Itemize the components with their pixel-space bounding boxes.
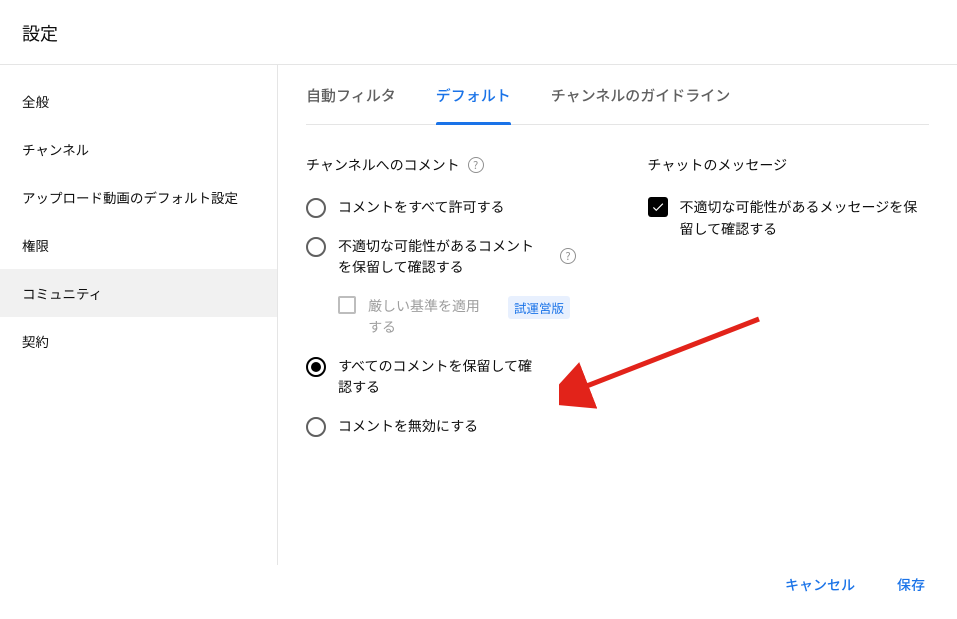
sidebar-item-permissions[interactable]: 権限 [0, 221, 277, 269]
checkbox-label: 不適切な可能性があるメッセージを保留して確認する [680, 197, 930, 240]
tab-auto-filter[interactable]: 自動フィルタ [306, 85, 396, 124]
sidebar-item-channel[interactable]: チャンネル [0, 125, 277, 173]
experimental-badge: 試運営版 [508, 296, 570, 319]
radio-label: 不適切な可能性があるコメントを保留して確認する [338, 236, 538, 278]
radio-hold-all[interactable]: すべてのコメントを保留して確認する [306, 356, 588, 398]
sidebar-item-upload-defaults[interactable]: アップロード動画のデフォルト設定 [0, 173, 277, 221]
chat-title-text: チャットのメッセージ [648, 155, 788, 175]
comments-section-title: チャンネルへのコメント ? [306, 155, 588, 175]
dialog-footer: キャンセル 保存 [773, 567, 937, 603]
settings-main: 自動フィルタ デフォルト チャンネルのガイドライン チャンネルへのコメント ? … [278, 65, 957, 565]
comments-column: チャンネルへのコメント ? コメントをすべて許可する 不適切な可能性があるコメン… [306, 155, 588, 437]
sidebar-item-general[interactable]: 全般 [0, 77, 277, 125]
dialog-header: 設定 [0, 0, 957, 65]
chat-column: チャットのメッセージ 不適切な可能性があるメッセージを保留して確認する [648, 155, 930, 437]
help-icon[interactable]: ? [468, 157, 484, 173]
tab-bar: 自動フィルタ デフォルト チャンネルのガイドライン [306, 85, 929, 125]
comments-title-text: チャンネルへのコメント [306, 155, 460, 175]
radio-hold-inappropriate[interactable]: 不適切な可能性があるコメントを保留して確認する ? [306, 236, 588, 278]
radio-label: コメントを無効にする [338, 416, 478, 437]
help-icon[interactable]: ? [560, 248, 576, 264]
radio-label: すべてのコメントを保留して確認する [338, 356, 538, 398]
sidebar-item-agreements[interactable]: 契約 [0, 317, 277, 365]
sidebar-item-community[interactable]: コミュニティ [0, 269, 277, 317]
check-icon [651, 200, 665, 214]
settings-sidebar: 全般 チャンネル アップロード動画のデフォルト設定 権限 コミュニティ 契約 [0, 65, 278, 565]
save-button[interactable]: 保存 [885, 567, 937, 603]
dialog-title: 設定 [22, 20, 935, 46]
radio-input[interactable] [306, 417, 326, 437]
radio-label: コメントをすべて許可する [338, 197, 504, 218]
strict-standard-row: 厳しい基準を適用する 試運営版 [338, 296, 588, 338]
checkbox-strict-standard[interactable] [338, 296, 356, 314]
radio-input[interactable] [306, 237, 326, 257]
cancel-button[interactable]: キャンセル [773, 567, 867, 603]
checkbox-input[interactable] [648, 197, 668, 217]
radio-input[interactable] [306, 357, 326, 377]
checkbox-hold-chat[interactable]: 不適切な可能性があるメッセージを保留して確認する [648, 197, 930, 240]
radio-input[interactable] [306, 198, 326, 218]
strict-standard-label: 厳しい基準を適用する [368, 296, 488, 338]
tab-default[interactable]: デフォルト [436, 85, 511, 124]
radio-disable-comments[interactable]: コメントを無効にする [306, 416, 588, 437]
tab-channel-guidelines[interactable]: チャンネルのガイドライン [551, 85, 731, 124]
radio-allow-all[interactable]: コメントをすべて許可する [306, 197, 588, 218]
chat-section-title: チャットのメッセージ [648, 155, 930, 175]
